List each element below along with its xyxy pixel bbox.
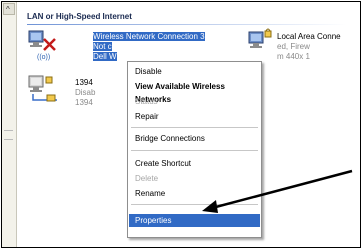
annotation-arrow-icon <box>202 169 353 213</box>
